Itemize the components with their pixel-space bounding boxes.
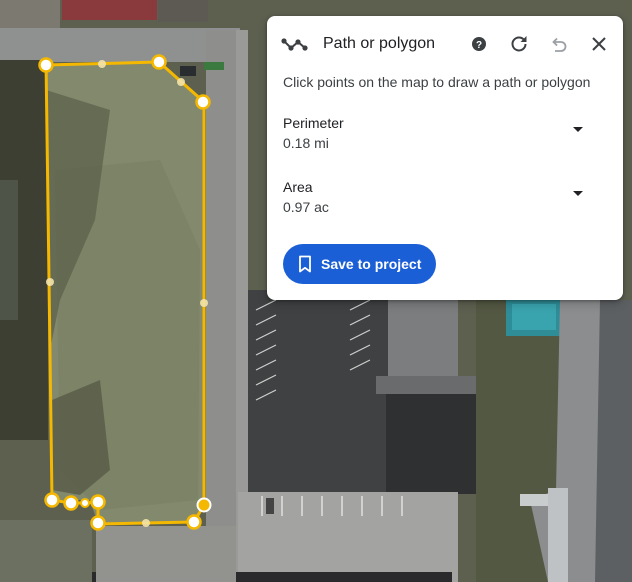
panel-title: Path or polygon [323,35,436,52]
area-label: Area [283,179,313,195]
chevron-down-icon[interactable] [570,122,586,138]
panel-header: Path or polygon ? [267,16,623,72]
perimeter-value: 0.18 mi [283,135,329,151]
instruction-text: Click points on the map to draw a path o… [283,74,591,90]
perimeter-label: Perimeter [283,115,344,131]
measure-panel: Path or polygon ? Click points on the ma… [267,16,623,300]
help-icon[interactable]: ? [467,32,491,56]
svg-text:?: ? [476,40,482,51]
undo-icon[interactable] [547,32,571,56]
area-value: 0.97 ac [283,199,329,215]
save-to-project-label: Save to project [321,256,422,272]
area-row[interactable]: Area 0.97 ac [267,178,623,222]
path-tool-icon [281,38,308,51]
perimeter-row[interactable]: Perimeter 0.18 mi [267,114,623,158]
chevron-down-icon[interactable] [570,186,586,202]
save-to-project-button[interactable]: Save to project [283,244,436,284]
refresh-icon[interactable] [507,32,531,56]
close-icon[interactable] [587,32,611,56]
bookmark-icon [299,255,311,273]
